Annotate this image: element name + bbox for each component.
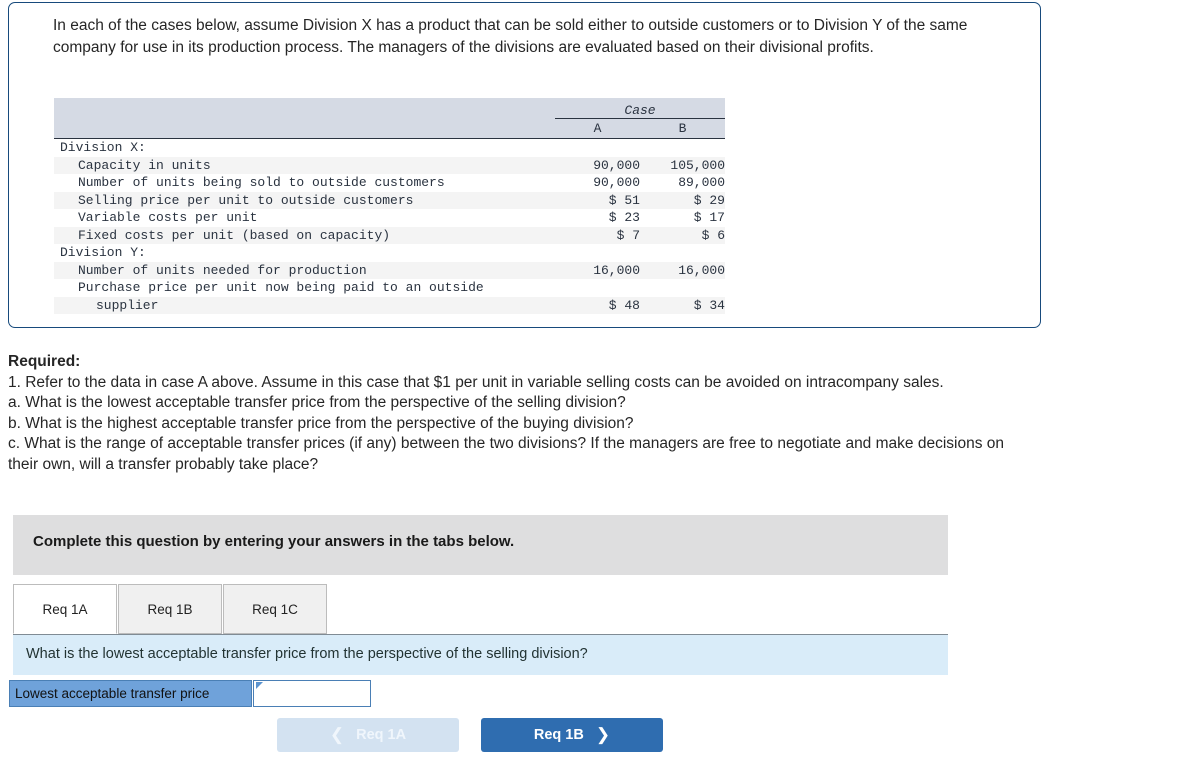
prev-requirement-button[interactable]: ❮ Req 1A — [277, 718, 459, 752]
required-item-b: b. What is the highest acceptable transf… — [8, 414, 634, 432]
tab-req-1c[interactable]: Req 1C — [223, 584, 327, 634]
table-cell-b — [640, 138, 725, 157]
required-item-c: c. What is the range of acceptable trans… — [8, 435, 1004, 473]
tab-req-1b[interactable]: Req 1B — [118, 584, 222, 634]
table-header-spacer — [54, 98, 555, 119]
table-cell-b: $ 6 — [640, 226, 725, 244]
table-group-header-case: Case — [555, 98, 725, 119]
required-item-1: 1. Refer to the data in case A above. As… — [8, 373, 944, 391]
table-row-label: Variable costs per unit — [54, 209, 555, 227]
answer-label: Lowest acceptable transfer price — [9, 680, 252, 707]
table-column-header-a: A — [555, 118, 640, 139]
table-row: supplier $ 48 $ 34 — [54, 296, 725, 314]
active-question-bar: What is the lowest acceptable transfer p… — [13, 634, 948, 675]
next-requirement-label: Req 1B — [533, 727, 584, 743]
table-cell-b: $ 34 — [640, 296, 725, 314]
table-cell-a: 16,000 — [555, 261, 640, 279]
table-row: Number of units needed for production 16… — [54, 261, 725, 279]
required-item-a: a. What is the lowest acceptable transfe… — [8, 394, 626, 411]
table-row: Capacity in units 90,000 105,000 — [54, 156, 725, 174]
table-cell-b: $ 29 — [640, 191, 725, 209]
table-cell-a — [555, 244, 640, 262]
lowest-transfer-price-input[interactable] — [253, 680, 371, 707]
problem-intro-text: In each of the cases below, assume Divis… — [53, 17, 968, 56]
table-row: Division Y: — [54, 244, 725, 262]
problem-statement-box: In each of the cases below, assume Divis… — [8, 2, 1041, 328]
table-row: Fixed costs per unit (based on capacity)… — [54, 226, 725, 244]
table-cell-b: $ 17 — [640, 209, 725, 227]
table-row-label: Selling price per unit to outside custom… — [54, 191, 555, 209]
table-cell-b: 89,000 — [640, 174, 725, 192]
chevron-left-icon: ❮ — [329, 725, 345, 744]
chevron-right-icon: ❯ — [595, 725, 611, 744]
table-row-label: Fixed costs per unit (based on capacity) — [54, 226, 555, 244]
case-data-table: Case A B Division X: Capacity in units 9… — [54, 98, 725, 314]
table-row-label: Division X: — [54, 138, 555, 157]
table-cell-a — [555, 279, 640, 297]
prev-requirement-label: Req 1A — [356, 727, 407, 743]
instruction-banner-text: Complete this question by entering your … — [33, 533, 515, 550]
table-row: Number of units being sold to outside cu… — [54, 174, 725, 192]
table-header-spacer-2 — [54, 118, 555, 139]
table-cell-a: 90,000 — [555, 156, 640, 174]
table-row: Selling price per unit to outside custom… — [54, 191, 725, 209]
table-cell-a: $ 51 — [555, 191, 640, 209]
table-row-label: Division Y: — [54, 244, 555, 262]
cell-selection-marker-icon — [256, 682, 263, 689]
table-cell-a: 90,000 — [555, 174, 640, 192]
instruction-banner: Complete this question by entering your … — [13, 515, 948, 575]
table-row: Division X: — [54, 138, 725, 157]
next-requirement-button[interactable]: Req 1B ❯ — [481, 718, 663, 752]
required-title: Required: — [8, 353, 81, 370]
table-cell-b — [640, 244, 725, 262]
table-group-header-row: Case — [54, 98, 725, 119]
table-cell-b: 105,000 — [640, 156, 725, 174]
table-cell-a: $ 23 — [555, 209, 640, 227]
table-cell-a — [555, 138, 640, 157]
table-row: Purchase price per unit now being paid t… — [54, 279, 725, 297]
required-section: Required: 1. Refer to the data in case A… — [8, 352, 1028, 475]
table-cell-a: $ 7 — [555, 226, 640, 244]
active-question-text: What is the lowest acceptable transfer p… — [26, 646, 588, 662]
case-data-table-body: Case A B Division X: Capacity in units 9… — [54, 98, 725, 314]
table-row-label: Capacity in units — [54, 156, 555, 174]
table-cell-a: $ 48 — [555, 296, 640, 314]
table-row-label: Number of units being sold to outside cu… — [54, 174, 555, 192]
tab-req-1a[interactable]: Req 1A — [13, 584, 117, 634]
table-cell-b — [640, 279, 725, 297]
table-column-header-b: B — [640, 118, 725, 139]
table-row-label: Number of units needed for production — [54, 261, 555, 279]
table-row-label: Purchase price per unit now being paid t… — [54, 279, 555, 297]
table-column-header-row: A B — [54, 118, 725, 139]
table-row: Variable costs per unit $ 23 $ 17 — [54, 209, 725, 227]
table-cell-b: 16,000 — [640, 261, 725, 279]
table-row-label: supplier — [54, 296, 555, 314]
